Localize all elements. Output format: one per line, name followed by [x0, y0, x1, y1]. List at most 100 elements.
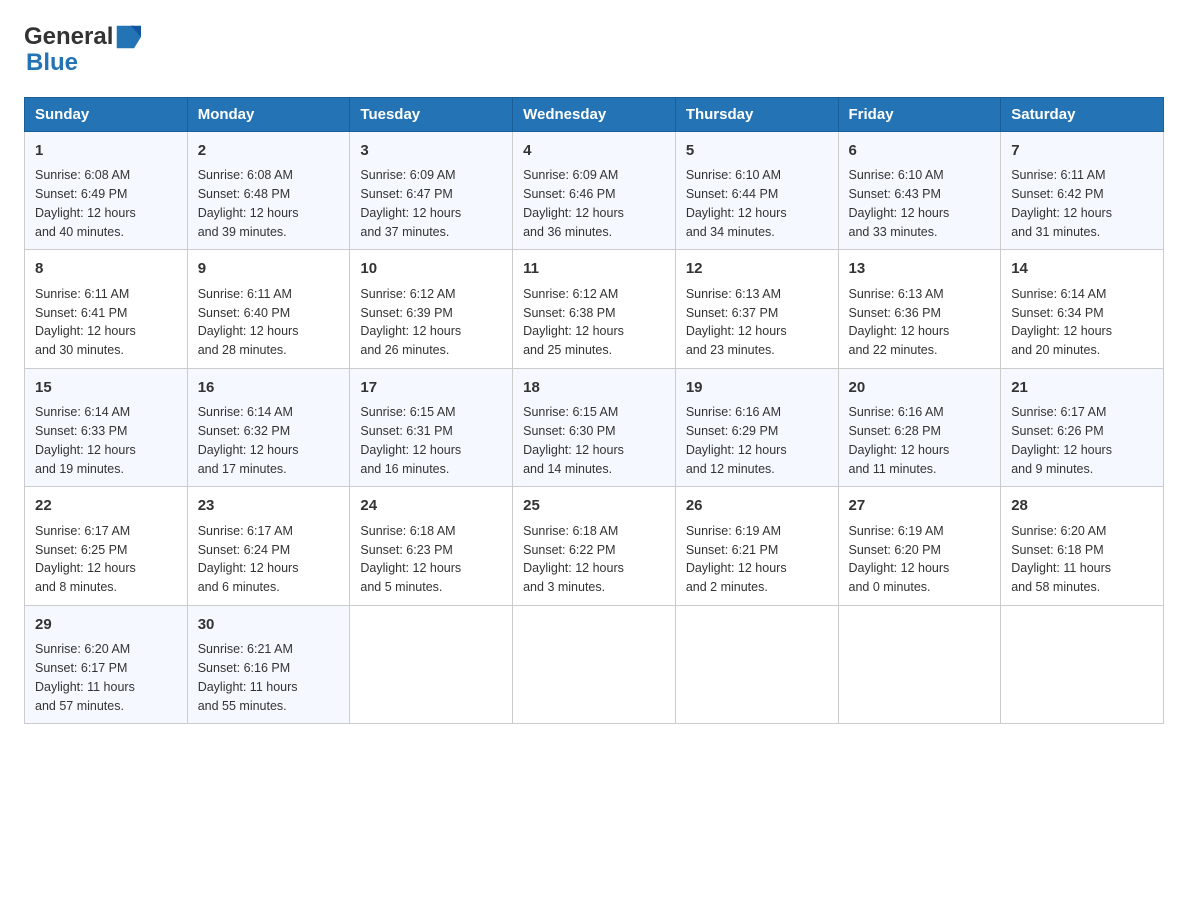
logo-flag-icon [115, 24, 141, 50]
calendar-cell: 21 Sunrise: 6:17 AMSunset: 6:26 PMDayligh… [1001, 368, 1164, 487]
day-number: 2 [198, 140, 340, 163]
day-info: Sunrise: 6:11 AMSunset: 6:41 PMDaylight:… [35, 285, 177, 360]
day-info: Sunrise: 6:17 AMSunset: 6:24 PMDaylight:… [198, 522, 340, 597]
calendar-cell: 11 Sunrise: 6:12 AMSunset: 6:38 PMDayligh… [513, 250, 676, 369]
weekday-header-wednesday: Wednesday [513, 97, 676, 131]
day-info: Sunrise: 6:09 AMSunset: 6:47 PMDaylight:… [360, 166, 502, 241]
day-info: Sunrise: 6:12 AMSunset: 6:39 PMDaylight:… [360, 285, 502, 360]
day-info: Sunrise: 6:16 AMSunset: 6:28 PMDaylight:… [849, 403, 991, 478]
day-info: Sunrise: 6:17 AMSunset: 6:26 PMDaylight:… [1011, 403, 1153, 478]
day-info: Sunrise: 6:15 AMSunset: 6:30 PMDaylight:… [523, 403, 665, 478]
calendar-cell: 24Sunrise: 6:18 AMSunset: 6:23 PMDayligh… [350, 487, 513, 606]
day-info: Sunrise: 6:09 AMSunset: 6:46 PMDaylight:… [523, 166, 665, 241]
day-number: 27 [849, 495, 991, 518]
calendar-cell: 2 Sunrise: 6:08 AMSunset: 6:48 PMDaylight… [187, 131, 350, 250]
calendar-cell: 8 Sunrise: 6:11 AMSunset: 6:41 PMDaylight… [25, 250, 188, 369]
day-info: Sunrise: 6:20 AMSunset: 6:17 PMDaylight:… [35, 640, 177, 715]
weekday-header-row: SundayMondayTuesdayWednesdayThursdayFrid… [25, 97, 1164, 131]
day-number: 10 [360, 258, 502, 281]
calendar-week-row: 8 Sunrise: 6:11 AMSunset: 6:41 PMDaylight… [25, 250, 1164, 369]
day-number: 20 [849, 377, 991, 400]
page-header: General Blue [24, 24, 1164, 77]
calendar-cell: 23 Sunrise: 6:17 AMSunset: 6:24 PMDayligh… [187, 487, 350, 606]
day-info: Sunrise: 6:12 AMSunset: 6:38 PMDaylight:… [523, 285, 665, 360]
day-info: Sunrise: 6:14 AMSunset: 6:33 PMDaylight:… [35, 403, 177, 478]
day-info: Sunrise: 6:19 AMSunset: 6:20 PMDaylight:… [849, 522, 991, 597]
day-number: 25 [523, 495, 665, 518]
calendar-cell: 18 Sunrise: 6:15 AMSunset: 6:30 PMDayligh… [513, 368, 676, 487]
calendar-cell: 29 Sunrise: 6:20 AMSunset: 6:17 PMDayligh… [25, 605, 188, 724]
weekday-header-saturday: Saturday [1001, 97, 1164, 131]
day-number: 30 [198, 614, 340, 637]
day-number: 1 [35, 140, 177, 163]
day-info: Sunrise: 6:11 AMSunset: 6:40 PMDaylight:… [198, 285, 340, 360]
day-number: 5 [686, 140, 828, 163]
calendar-cell: 17Sunrise: 6:15 AMSunset: 6:31 PMDayligh… [350, 368, 513, 487]
day-info: Sunrise: 6:13 AMSunset: 6:37 PMDaylight:… [686, 285, 828, 360]
day-number: 8 [35, 258, 177, 281]
logo-general-text: General [24, 24, 113, 50]
calendar-cell [513, 605, 676, 724]
day-info: Sunrise: 6:14 AMSunset: 6:34 PMDaylight:… [1011, 285, 1153, 360]
day-number: 9 [198, 258, 340, 281]
day-number: 16 [198, 377, 340, 400]
calendar-cell: 22 Sunrise: 6:17 AMSunset: 6:25 PMDayligh… [25, 487, 188, 606]
day-number: 21 [1011, 377, 1153, 400]
calendar-cell [350, 605, 513, 724]
logo: General Blue [24, 24, 143, 77]
day-info: Sunrise: 6:10 AMSunset: 6:44 PMDaylight:… [686, 166, 828, 241]
day-number: 14 [1011, 258, 1153, 281]
day-number: 3 [360, 140, 502, 163]
calendar-cell [675, 605, 838, 724]
calendar-cell: 28Sunrise: 6:20 AMSunset: 6:18 PMDayligh… [1001, 487, 1164, 606]
day-info: Sunrise: 6:08 AMSunset: 6:49 PMDaylight:… [35, 166, 177, 241]
day-number: 28 [1011, 495, 1153, 518]
calendar-cell: 16 Sunrise: 6:14 AMSunset: 6:32 PMDayligh… [187, 368, 350, 487]
calendar-cell: 12 Sunrise: 6:13 AMSunset: 6:37 PMDayligh… [675, 250, 838, 369]
calendar-cell [838, 605, 1001, 724]
day-number: 22 [35, 495, 177, 518]
day-number: 11 [523, 258, 665, 281]
day-number: 12 [686, 258, 828, 281]
calendar-cell: 7Sunrise: 6:11 AMSunset: 6:42 PMDaylight… [1001, 131, 1164, 250]
day-number: 13 [849, 258, 991, 281]
calendar-cell: 14 Sunrise: 6:14 AMSunset: 6:34 PMDayligh… [1001, 250, 1164, 369]
day-info: Sunrise: 6:15 AMSunset: 6:31 PMDaylight:… [360, 403, 502, 478]
calendar-cell: 19Sunrise: 6:16 AMSunset: 6:29 PMDayligh… [675, 368, 838, 487]
day-number: 18 [523, 377, 665, 400]
weekday-header-monday: Monday [187, 97, 350, 131]
calendar-cell [1001, 605, 1164, 724]
calendar-cell: 9 Sunrise: 6:11 AMSunset: 6:40 PMDaylight… [187, 250, 350, 369]
calendar-week-row: 22 Sunrise: 6:17 AMSunset: 6:25 PMDayligh… [25, 487, 1164, 606]
day-info: Sunrise: 6:11 AMSunset: 6:42 PMDaylight:… [1011, 166, 1153, 241]
weekday-header-thursday: Thursday [675, 97, 838, 131]
day-number: 26 [686, 495, 828, 518]
day-number: 29 [35, 614, 177, 637]
calendar-table: SundayMondayTuesdayWednesdayThursdayFrid… [24, 97, 1164, 725]
day-info: Sunrise: 6:14 AMSunset: 6:32 PMDaylight:… [198, 403, 340, 478]
logo-blue-text: Blue [26, 50, 143, 76]
day-number: 6 [849, 140, 991, 163]
calendar-week-row: 29 Sunrise: 6:20 AMSunset: 6:17 PMDayligh… [25, 605, 1164, 724]
calendar-cell: 30 Sunrise: 6:21 AMSunset: 6:16 PMDayligh… [187, 605, 350, 724]
day-info: Sunrise: 6:19 AMSunset: 6:21 PMDaylight:… [686, 522, 828, 597]
day-info: Sunrise: 6:18 AMSunset: 6:23 PMDaylight:… [360, 522, 502, 597]
weekday-header-friday: Friday [838, 97, 1001, 131]
calendar-cell: 6Sunrise: 6:10 AMSunset: 6:43 PMDaylight… [838, 131, 1001, 250]
day-info: Sunrise: 6:21 AMSunset: 6:16 PMDaylight:… [198, 640, 340, 715]
day-info: Sunrise: 6:13 AMSunset: 6:36 PMDaylight:… [849, 285, 991, 360]
logo-wrapper: General Blue [24, 24, 143, 77]
day-info: Sunrise: 6:08 AMSunset: 6:48 PMDaylight:… [198, 166, 340, 241]
day-info: Sunrise: 6:17 AMSunset: 6:25 PMDaylight:… [35, 522, 177, 597]
day-number: 19 [686, 377, 828, 400]
calendar-cell: 3 Sunrise: 6:09 AMSunset: 6:47 PMDaylight… [350, 131, 513, 250]
calendar-cell: 26 Sunrise: 6:19 AMSunset: 6:21 PMDayligh… [675, 487, 838, 606]
day-number: 23 [198, 495, 340, 518]
weekday-header-sunday: Sunday [25, 97, 188, 131]
weekday-header-tuesday: Tuesday [350, 97, 513, 131]
calendar-cell: 1 Sunrise: 6:08 AMSunset: 6:49 PMDaylight… [25, 131, 188, 250]
day-info: Sunrise: 6:18 AMSunset: 6:22 PMDaylight:… [523, 522, 665, 597]
calendar-week-row: 15 Sunrise: 6:14 AMSunset: 6:33 PMDayligh… [25, 368, 1164, 487]
calendar-cell: 15 Sunrise: 6:14 AMSunset: 6:33 PMDayligh… [25, 368, 188, 487]
day-number: 15 [35, 377, 177, 400]
